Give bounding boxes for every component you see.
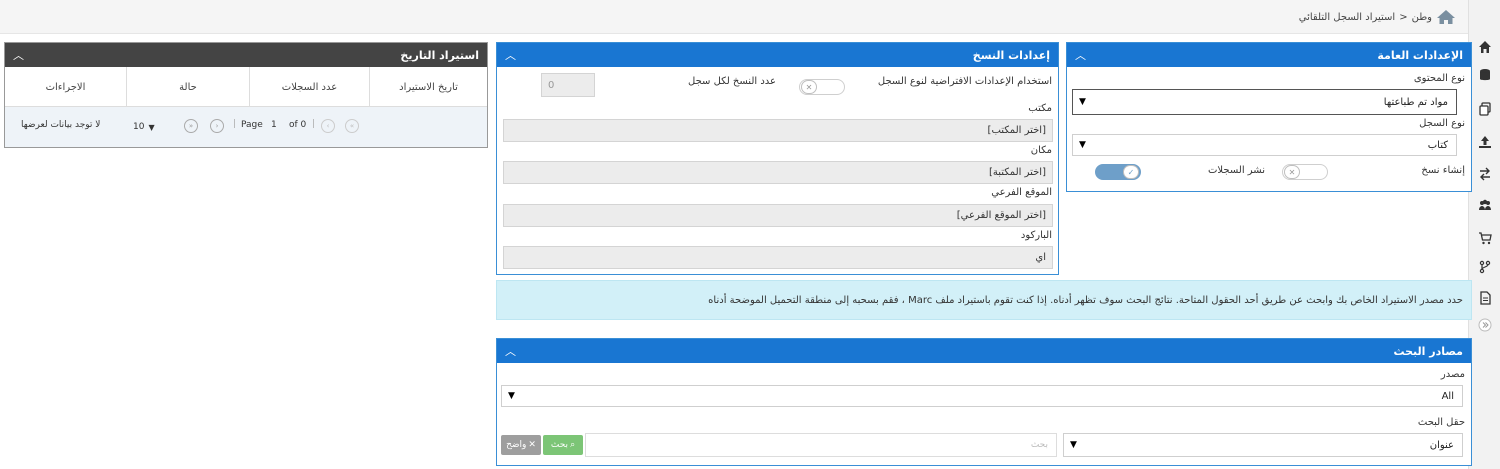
import-history-panel: استيراد التاريخ ︿ تاريخ الاستيراد عدد ال… <box>4 42 488 148</box>
page-label: Page <box>241 120 263 130</box>
breadcrumb-current: استيراد السجل التلقائي <box>1298 11 1396 23</box>
use-default-toggle[interactable]: ✕ <box>799 79 845 95</box>
home-icon[interactable] <box>1476 38 1494 56</box>
document-icon[interactable] <box>1476 289 1494 307</box>
publish-records-toggle[interactable]: ✕ <box>1282 164 1328 180</box>
collapse-icon[interactable]: ︿ <box>505 343 516 359</box>
barcode-field[interactable]: اي <box>503 246 1053 269</box>
record-type-value: كتاب <box>1427 139 1448 151</box>
barcode-label: الباركود <box>1020 230 1052 241</box>
clear-button[interactable]: ✕ واضح <box>501 435 541 455</box>
column-import-date[interactable]: تاريخ الاستيراد <box>369 67 487 107</box>
cart-icon[interactable] <box>1476 229 1494 247</box>
copy-settings-title: إعدادات النسخ <box>972 48 1050 62</box>
chevron-down-icon: ▼ <box>1079 140 1086 150</box>
collapse-icon[interactable]: ︿ <box>1075 47 1086 63</box>
table-pager: لا توجد بيانات لعرضها 10 ▼ » › | Page 1 … <box>5 107 487 147</box>
content-type-label: نوع المحتوى <box>1413 73 1465 84</box>
breadcrumb: وطن < استيراد السجل التلقائي <box>1299 9 1456 25</box>
publish-records-label: نشر السجلات <box>1208 165 1265 176</box>
check-icon: ✓ <box>1123 165 1139 179</box>
general-settings-panel: الإعدادات العامة ︿ نوع المحتوى مواد تم ط… <box>1066 42 1472 192</box>
sublocation-label: الموقع الفرعي <box>991 187 1052 198</box>
off-icon: ✕ <box>801 80 817 94</box>
upload-icon[interactable] <box>1476 133 1494 151</box>
library-field[interactable]: [اختر المكتب] <box>503 119 1053 142</box>
import-history-title: استيراد التاريخ <box>400 48 479 62</box>
use-default-label: استخدام الإعدادات الافتراضية لنوع السجل <box>877 76 1052 87</box>
search-sources-title: مصادر البحث <box>1393 344 1463 358</box>
general-settings-title: الإعدادات العامة <box>1377 48 1463 62</box>
previous-page-icon[interactable]: ‹ <box>321 119 335 133</box>
info-text: حدد مصدر الاستيراد الخاص بك وابحث عن طري… <box>708 294 1463 306</box>
pager-divider: | <box>233 119 237 129</box>
chevron-down-icon: ▼ <box>1070 440 1077 450</box>
search-sources-panel: مصادر البحث ︿ مصدر All ▼ حقل البحث عنوان… <box>496 338 1472 466</box>
location-field[interactable]: [اختر المكتبة] <box>503 161 1053 184</box>
table-header: تاريخ الاستيراد عدد السجلات حالة الاجراء… <box>5 67 487 107</box>
search-field-label: حقل البحث <box>1417 417 1465 428</box>
top-bar: وطن < استيراد السجل التلقائي <box>0 0 1468 34</box>
chevron-down-icon: ▼ <box>148 122 155 132</box>
search-field-value: عنوان <box>1429 439 1454 451</box>
source-value: All <box>1441 390 1454 402</box>
page-size-select[interactable]: 10 ▼ <box>133 118 185 136</box>
column-record-count[interactable]: عدد السجلات <box>249 67 369 107</box>
create-copies-toggle[interactable]: ✓ <box>1095 164 1141 180</box>
off-icon: ✕ <box>1284 165 1300 179</box>
source-label: مصدر <box>1440 369 1465 380</box>
next-page-icon[interactable]: › <box>210 119 224 133</box>
copies-per-record-input[interactable]: 0 <box>541 73 595 97</box>
search-button[interactable]: ⌕ بحث <box>543 435 583 455</box>
copy-settings-header[interactable]: إعدادات النسخ ︿ <box>497 43 1058 67</box>
record-type-label: نوع السجل <box>1419 118 1465 129</box>
branch-icon[interactable] <box>1476 258 1494 276</box>
expand-icon[interactable] <box>1476 316 1494 334</box>
search-icon: ⌕ <box>570 440 576 450</box>
search-sources-header[interactable]: مصادر البحث ︿ <box>497 339 1471 363</box>
chevron-down-icon: ▼ <box>1079 97 1086 107</box>
search-field-select[interactable]: عنوان ▼ <box>1063 433 1463 457</box>
collapse-icon[interactable]: ︿ <box>505 47 516 63</box>
location-label: مكان <box>1030 145 1052 156</box>
chevron-down-icon: ▼ <box>508 391 515 401</box>
close-icon: ✕ <box>528 440 536 450</box>
page-of-label: of 0 <box>289 120 307 130</box>
copy-icon[interactable] <box>1476 100 1494 118</box>
pager-divider: | <box>312 119 316 129</box>
create-copies-label: إنشاء نسخ <box>1421 165 1465 176</box>
page-number-input[interactable]: 1 <box>271 120 277 130</box>
home-icon[interactable] <box>1436 9 1456 25</box>
sublocation-field[interactable]: [اختر الموقع الفرعي] <box>503 204 1053 227</box>
general-settings-header[interactable]: الإعدادات العامة ︿ <box>1067 43 1471 67</box>
content-type-select[interactable]: مواد تم طباعتها ▼ <box>1072 89 1457 115</box>
last-page-icon[interactable]: » <box>184 119 198 133</box>
import-history-header[interactable]: استيراد التاريخ ︿ <box>5 43 487 67</box>
content-type-value: مواد تم طباعتها <box>1383 96 1448 108</box>
copies-per-record-label: عدد النسخ لكل سجل <box>688 76 776 87</box>
breadcrumb-home[interactable]: وطن <box>1412 12 1432 23</box>
search-placeholder: بحث <box>1030 440 1048 450</box>
source-select[interactable]: All ▼ <box>501 385 1463 407</box>
info-alert: حدد مصدر الاستيراد الخاص بك وابحث عن طري… <box>496 280 1472 320</box>
no-data-message: لا توجد بيانات لعرضها <box>21 120 101 130</box>
database-icon[interactable] <box>1476 66 1494 84</box>
breadcrumb-separator: < <box>1399 11 1408 23</box>
transfer-icon[interactable] <box>1476 165 1494 183</box>
column-status[interactable]: حالة <box>126 67 249 107</box>
search-input[interactable]: بحث <box>585 433 1057 457</box>
first-page-icon[interactable]: « <box>345 119 359 133</box>
users-icon[interactable] <box>1476 196 1494 214</box>
sidebar <box>1468 0 1500 469</box>
collapse-icon[interactable]: ︿ <box>13 47 24 63</box>
copy-settings-panel: إعدادات النسخ ︿ استخدام الإعدادات الافتر… <box>496 42 1059 275</box>
library-label: مكتب <box>1028 103 1052 114</box>
column-actions[interactable]: الاجراءات <box>5 67 126 107</box>
record-type-select[interactable]: كتاب ▼ <box>1072 134 1457 156</box>
